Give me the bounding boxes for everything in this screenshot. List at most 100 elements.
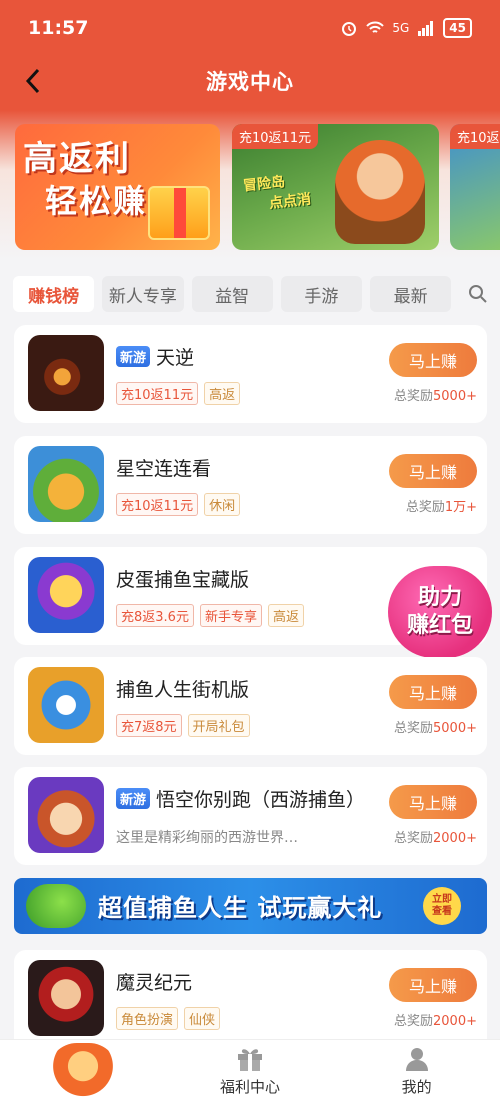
game-title-row: 捕鱼人生街机版 [116,675,249,702]
earn-now-button[interactable]: 马上赚 [389,968,477,1002]
genre-tag: 高返 [204,382,241,405]
nav-item-game-center[interactable] [0,1040,167,1103]
reward-label: 总奖励 [394,389,434,404]
gift-tag: 开局礼包 [187,714,250,737]
new-game-badge: 新游 [116,346,151,367]
promo-text: 超值捕鱼人生 试玩赢大礼 [98,894,383,922]
banner-1-line2: 轻松赚 [45,182,148,220]
chevron-left-icon [25,68,40,94]
game-icon [28,335,104,411]
promo-btn-line1: 立即 [432,894,452,905]
tab-mobile[interactable]: 手游 [280,276,362,312]
search-button[interactable] [463,276,493,312]
reward-label: 总奖励 [394,1014,434,1029]
earn-now-button[interactable]: 马上赚 [389,785,477,819]
banner-2-logo: 冒险岛 点点消 [242,169,312,216]
total-reward: 总奖励5000+ [394,717,477,736]
user-icon [405,1048,428,1071]
battery-indicator: 45 [443,18,472,38]
genre-tag: 休闲 [204,493,241,516]
newbie-tag: 新手专享 [199,604,262,627]
gift-icon [148,186,210,240]
game-icon [28,960,104,1036]
game-card[interactable]: 新游 悟空你别跑（西游捕鱼） 这里是精彩绚丽的西游世界… 马上赚 总奖励2000… [14,767,487,865]
genre-tag: 角色扮演 [116,1007,179,1030]
total-reward: 总奖励1万+ [406,496,477,515]
search-icon [469,285,487,303]
status-time: 11:57 [28,17,89,39]
character-art [335,140,425,244]
game-icon [28,777,104,853]
game-card[interactable]: 魔灵纪元 角色扮演 仙侠 马上赚 总奖励2000+ [14,950,487,1039]
game-title: 悟空你别跑（西游捕鱼） [156,789,366,811]
promo-view-button[interactable]: 立即 查看 [423,887,461,925]
game-title-row: 星空连连看 [116,454,211,481]
game-description: 这里是精彩绚丽的西游世界… [116,830,298,846]
game-title: 皮蛋捕鱼宝藏版 [116,569,250,591]
fish-mascot-icon [26,884,86,928]
tag-row: 充8返3.6元 新手专享 高返 [116,604,304,627]
back-button[interactable] [18,66,48,96]
earn-now-button[interactable]: 马上赚 [389,675,477,709]
nav-bar: 游戏中心 [0,56,500,106]
earn-now-button[interactable]: 马上赚 [389,343,477,377]
signal-icon [418,21,434,36]
promo-banner[interactable]: 超值捕鱼人生 试玩赢大礼 立即 查看 [14,878,487,934]
tab-earn-ranking[interactable]: 赚钱榜 [13,276,95,312]
help-earn-redpacket-badge[interactable]: 助力 赚红包 [388,566,492,658]
reward-value: 1万+ [444,500,477,515]
reward-value: 2000+ [433,1014,477,1029]
network-label: 5G [392,21,410,35]
game-title: 天逆 [156,347,195,369]
reward-label: 总奖励 [394,721,434,736]
dragon-mascot-icon [48,1042,119,1101]
wifi-icon [366,21,385,33]
status-icons: 5G 45 [340,18,472,38]
reward-value: 2000+ [433,831,477,846]
game-icon [28,446,104,522]
total-reward: 总奖励2000+ [394,827,477,846]
total-reward: 总奖励5000+ [394,385,477,404]
category-tabs: 赚钱榜 新人专享 益智 手游 最新 [13,276,493,312]
game-title: 魔灵纪元 [116,972,193,994]
banner-3-tag: 充10返 [450,124,500,149]
banner-high-rebate[interactable]: 高返利 轻松赚 [15,124,220,250]
nav-item-welfare[interactable]: 福利中心 [167,1040,334,1103]
tag-row: 充10返11元 休闲 [116,493,241,516]
total-reward: 总奖励2000+ [394,1010,477,1029]
new-game-badge: 新游 [116,788,151,809]
banner-partial[interactable]: 充10返 [450,124,500,250]
game-title-row: 新游 悟空你别跑（西游捕鱼） [116,785,365,812]
game-title-row: 新游 天逆 [116,343,194,370]
banner-carousel: 高返利 轻松赚 充10返11元 冒险岛 点点消 充10返 [0,110,500,260]
game-title-row: 皮蛋捕鱼宝藏版 [116,565,249,592]
help-badge-line2: 赚红包 [406,613,473,638]
game-card[interactable]: 捕鱼人生街机版 充7返8元 开局礼包 马上赚 总奖励5000+ [14,657,487,755]
alarm-icon [342,22,357,36]
bottom-nav: 福利中心 我的 [0,1039,500,1103]
tab-newbie[interactable]: 新人专享 [102,276,184,312]
game-icon [28,667,104,743]
rebate-tag: 充7返8元 [116,714,182,737]
help-badge-line1: 助力 [417,585,462,610]
tag-row: 充7返8元 开局礼包 [116,714,250,737]
game-title: 捕鱼人生街机版 [116,679,250,701]
banner-game-promo[interactable]: 充10返11元 冒险岛 点点消 [232,124,439,250]
reward-label: 总奖励 [405,500,445,515]
banner-1-line1: 高返利 [23,139,131,179]
tab-latest[interactable]: 最新 [370,276,452,312]
game-card[interactable]: 新游 天逆 充10返11元 高返 马上赚 总奖励5000+ [14,325,487,423]
game-card[interactable]: 星空连连看 充10返11元 休闲 马上赚 总奖励1万+ [14,436,487,534]
game-title: 星空连连看 [116,458,212,480]
nav-item-mine[interactable]: 我的 [333,1040,500,1103]
banner-2-tag: 充10返11元 [232,124,319,149]
header: 11:57 5G 45 游戏中心 [0,0,500,110]
earn-now-button[interactable]: 马上赚 [389,454,477,488]
tab-puzzle[interactable]: 益智 [191,276,273,312]
genre-tag: 高返 [267,604,304,627]
reward-value: 5000+ [433,389,477,404]
rebate-tag: 充8返3.6元 [116,604,194,627]
gift-icon [238,1049,262,1071]
banner-1-text: 高返利 轻松赚 [23,138,147,222]
status-bar: 11:57 5G 45 [0,0,500,56]
